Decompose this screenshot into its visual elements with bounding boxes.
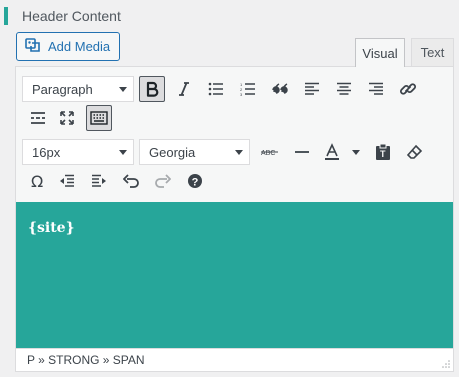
- bold-icon: [146, 81, 159, 97]
- paste-as-text-button[interactable]: T: [370, 139, 396, 165]
- blockquote-button[interactable]: [267, 76, 293, 102]
- special-character-button[interactable]: Ω: [25, 168, 51, 194]
- strikethrough-button[interactable]: ABC: [257, 139, 283, 165]
- section-header: Header Content: [4, 7, 121, 25]
- editor-content-area[interactable]: {site}: [16, 202, 453, 348]
- read-more-icon: [31, 112, 45, 124]
- clipboard-icon: T: [376, 143, 390, 160]
- bulleted-list-button[interactable]: [203, 76, 229, 102]
- undo-button[interactable]: [118, 168, 144, 194]
- font-size-select-value: 16px: [32, 144, 61, 160]
- content-text: {site}: [28, 220, 75, 236]
- redo-icon: [155, 174, 171, 188]
- font-family-select[interactable]: Georgia: [139, 139, 250, 165]
- chevron-down-icon: [235, 150, 243, 155]
- editor-statusbar: P » STRONG » SPAN: [16, 348, 453, 371]
- section-title: Header Content: [22, 8, 121, 24]
- fullscreen-button[interactable]: [54, 105, 80, 131]
- indent-icon: [92, 174, 106, 187]
- align-right-icon: [369, 82, 383, 95]
- numbered-list-icon: 1 2 3: [240, 82, 255, 96]
- read-more-button[interactable]: [25, 105, 51, 131]
- omega-icon: Ω: [31, 173, 43, 189]
- keyboard-shortcuts-button[interactable]: ?: [182, 168, 208, 194]
- text-color-button[interactable]: [321, 139, 363, 165]
- insert-link-button[interactable]: [395, 76, 421, 102]
- strikethrough-icon: ABC: [261, 150, 278, 157]
- svg-text:?: ?: [192, 176, 199, 188]
- add-media-button[interactable]: Add Media: [16, 32, 120, 61]
- help-icon: ?: [188, 174, 202, 188]
- align-right-button[interactable]: [363, 76, 389, 102]
- horizontal-line-icon: [295, 151, 309, 153]
- align-center-icon: [337, 82, 351, 95]
- quote-icon: [272, 83, 288, 94]
- format-select[interactable]: Paragraph: [22, 76, 134, 102]
- fullscreen-icon: [60, 111, 74, 125]
- rich-text-editor: Paragraph 1 2 3 16px Georgia ABC T Ω ? {…: [15, 66, 454, 372]
- svg-text:ABC: ABC: [261, 150, 275, 157]
- font-size-select[interactable]: 16px: [22, 139, 134, 165]
- clear-formatting-button[interactable]: [402, 139, 428, 165]
- svg-text:3: 3: [240, 92, 243, 96]
- keyboard-icon: [90, 111, 108, 125]
- font-family-select-value: Georgia: [149, 144, 196, 160]
- bulleted-list-icon: [208, 82, 223, 96]
- add-media-label: Add Media: [48, 39, 111, 54]
- eraser-icon: [407, 144, 423, 159]
- numbered-list-button[interactable]: 1 2 3: [235, 76, 261, 102]
- align-center-button[interactable]: [331, 76, 357, 102]
- chevron-down-icon: [119, 87, 127, 92]
- tab-visual[interactable]: Visual: [355, 38, 405, 67]
- increase-indent-button[interactable]: [86, 168, 112, 194]
- decrease-indent-button[interactable]: [54, 168, 80, 194]
- media-icon: [25, 37, 41, 56]
- italic-button[interactable]: [171, 76, 197, 102]
- section-accent-bar: [4, 7, 8, 25]
- horizontal-line-button[interactable]: [289, 139, 315, 165]
- align-left-icon: [305, 82, 319, 95]
- toolbar-toggle-button[interactable]: [86, 105, 112, 131]
- link-icon: [400, 83, 416, 95]
- element-path: P » STRONG » SPAN: [27, 353, 145, 367]
- redo-button[interactable]: [150, 168, 176, 194]
- italic-icon: [179, 82, 189, 96]
- bold-button[interactable]: [139, 76, 165, 102]
- text-color-icon: [325, 143, 360, 160]
- undo-icon: [123, 174, 139, 188]
- chevron-down-icon: [119, 150, 127, 155]
- align-left-button[interactable]: [299, 76, 325, 102]
- resize-handle-icon[interactable]: [442, 360, 450, 368]
- tab-text[interactable]: Text: [411, 38, 454, 66]
- svg-text:T: T: [380, 149, 386, 159]
- svg-text:Ω: Ω: [31, 173, 43, 189]
- outdent-icon: [60, 174, 74, 187]
- format-select-value: Paragraph: [32, 81, 93, 97]
